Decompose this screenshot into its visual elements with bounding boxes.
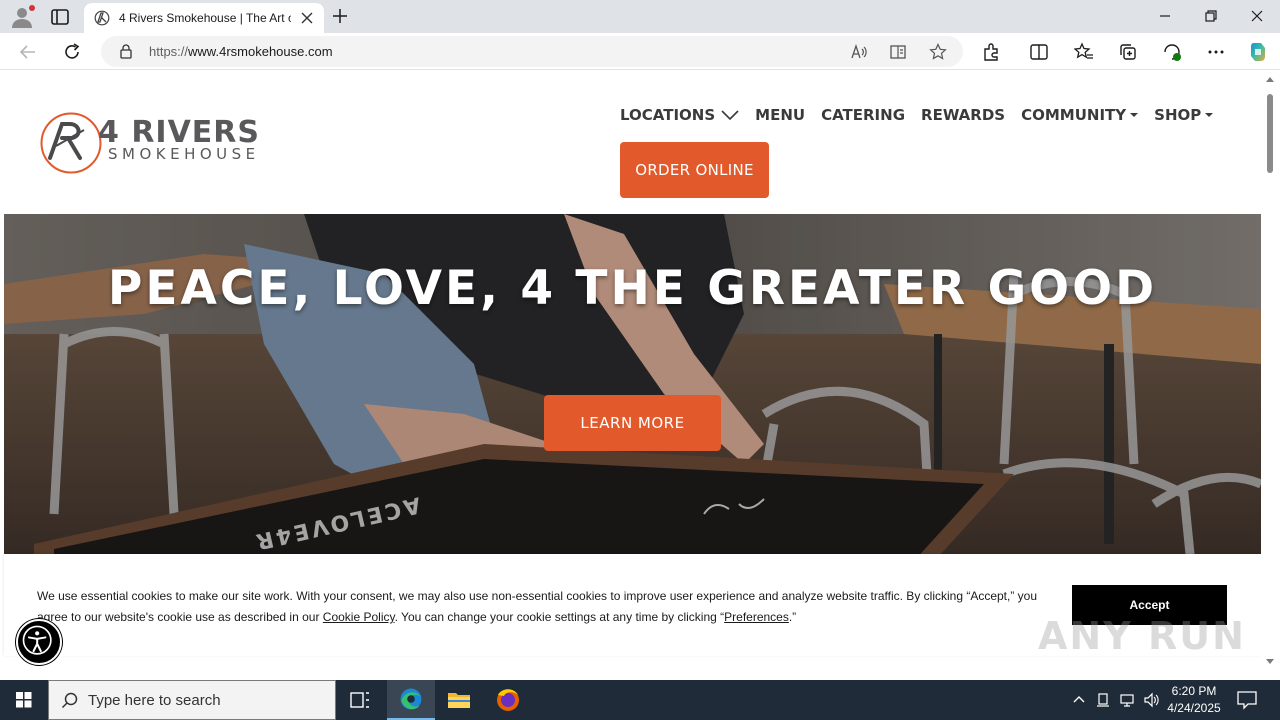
nav-rewards-label: REWARDS xyxy=(921,106,1006,124)
nav-community[interactable]: COMMUNITY xyxy=(1021,106,1139,124)
edge-browser-icon[interactable] xyxy=(387,680,435,720)
preferences-link[interactable]: Preferences xyxy=(724,610,789,624)
chevron-down-icon xyxy=(721,110,739,120)
extensions-icon[interactable] xyxy=(981,42,1001,62)
nav-community-label: COMMUNITY xyxy=(1021,106,1127,124)
scrollbar-thumb[interactable] xyxy=(1267,94,1273,173)
active-tab[interactable]: 4 Rivers Smokehouse | The Art of Smoke xyxy=(84,3,324,33)
copilot-icon[interactable] xyxy=(1246,40,1270,64)
nav-catering-label: CATERING xyxy=(821,106,906,124)
notifications-icon[interactable] xyxy=(1236,690,1258,710)
profile-notification-dot xyxy=(29,5,35,11)
logo-mark-icon xyxy=(40,112,102,174)
logo-subtitle: SMOKEHOUSE xyxy=(108,145,260,163)
favorites-icon[interactable] xyxy=(1074,42,1094,62)
cookie-text-part3: .” xyxy=(788,610,797,624)
restore-icon[interactable] xyxy=(1204,9,1218,23)
immersive-reader-icon[interactable] xyxy=(889,43,907,61)
more-options-icon[interactable] xyxy=(1206,42,1226,62)
chevron-up-icon[interactable] xyxy=(1071,692,1087,708)
nav-menu[interactable]: MENU xyxy=(755,106,805,124)
task-view-icon[interactable] xyxy=(336,680,384,720)
site-logo[interactable]: 4 RIVERS SMOKEHOUSE xyxy=(40,110,290,176)
close-window-icon[interactable] xyxy=(1250,9,1264,23)
new-tab-icon[interactable] xyxy=(332,8,348,24)
caret-down-icon xyxy=(1130,113,1139,117)
web-page: 4 RIVERS SMOKEHOUSE LOCATIONS MENU CATER… xyxy=(4,70,1261,680)
nav-menu-label: MENU xyxy=(755,106,806,124)
volume-icon[interactable] xyxy=(1143,692,1159,708)
web-viewport: 4 RIVERS SMOKEHOUSE LOCATIONS MENU CATER… xyxy=(0,70,1280,680)
site-header: 4 RIVERS SMOKEHOUSE LOCATIONS MENU CATER… xyxy=(4,70,1261,214)
collections-icon[interactable] xyxy=(1118,42,1138,62)
url-scheme: https:// xyxy=(149,44,189,59)
address-bar[interactable]: https://www.4rsmokehouse.com xyxy=(101,36,963,67)
watermark-text: ANY RUN xyxy=(1038,614,1246,658)
caret-down-icon xyxy=(1205,113,1214,117)
url-host: www.4rsmokehouse.com xyxy=(188,44,333,59)
taskbar-search-placeholder: Type here to search xyxy=(88,692,221,709)
cookie-policy-link[interactable]: Cookie Policy xyxy=(323,610,395,624)
scroll-down-arrow-icon[interactable] xyxy=(1266,659,1274,664)
split-screen-icon[interactable] xyxy=(1029,42,1049,62)
lock-icon[interactable] xyxy=(119,44,133,59)
anyrun-watermark: ANY RUN xyxy=(1038,604,1244,670)
back-arrow-icon[interactable] xyxy=(18,42,38,62)
nav-shop[interactable]: SHOP xyxy=(1154,106,1214,124)
learn-more-button[interactable]: LEARN MORE xyxy=(544,395,721,451)
user-tray-icon[interactable] xyxy=(1095,692,1111,708)
nav-catering[interactable]: CATERING xyxy=(821,106,905,124)
firefox-icon[interactable] xyxy=(484,680,532,720)
cookie-text-part2: . You can change your cookie settings at… xyxy=(394,610,725,624)
scroll-up-arrow-icon[interactable] xyxy=(1266,77,1274,82)
windows-taskbar: Type here to search 6:20 PM 4/24/2025 xyxy=(0,680,1280,720)
browser-essentials-icon[interactable] xyxy=(1162,42,1182,62)
file-explorer-icon[interactable] xyxy=(435,680,483,720)
clock-date: 4/24/2025 xyxy=(1167,701,1221,715)
browser-tab-bar: 4 Rivers Smokehouse | The Art of Smoke xyxy=(0,0,1280,33)
windows-start-icon[interactable] xyxy=(0,680,48,720)
reload-icon[interactable] xyxy=(62,42,82,62)
favorite-star-icon[interactable] xyxy=(929,43,947,61)
nav-rewards[interactable]: REWARDS xyxy=(921,106,1005,124)
search-icon xyxy=(61,692,78,709)
url-text: https://www.4rsmokehouse.com xyxy=(149,44,333,60)
tab-title: 4 Rivers Smokehouse | The Art of Smoke xyxy=(119,11,291,25)
cookie-message: We use essential cookies to make our sit… xyxy=(37,586,1047,628)
clock-time: 6:20 PM xyxy=(1171,684,1217,698)
nav-shop-label: SHOP xyxy=(1154,106,1202,124)
accessibility-icon[interactable] xyxy=(16,619,62,665)
taskbar-search-box[interactable]: Type here to search xyxy=(48,680,336,720)
nav-locations-label: LOCATIONS xyxy=(620,106,716,124)
network-icon[interactable] xyxy=(1119,692,1135,708)
close-tab-icon[interactable] xyxy=(300,11,314,25)
nav-locations[interactable]: LOCATIONS xyxy=(620,106,739,124)
order-online-button[interactable]: ORDER ONLINE xyxy=(620,142,769,198)
main-navigation: LOCATIONS MENU CATERING REWARDS COMMUNIT… xyxy=(620,103,1214,127)
browser-toolbar: https://www.4rsmokehouse.com xyxy=(0,33,1280,70)
read-aloud-icon[interactable] xyxy=(850,43,868,61)
vertical-scrollbar[interactable] xyxy=(1261,70,1280,680)
hero-heading: PEACE, LOVE, 4 THE GREATER GOOD xyxy=(107,261,1158,316)
minimize-icon[interactable] xyxy=(1158,9,1172,23)
taskbar-clock[interactable]: 6:20 PM 4/24/2025 xyxy=(1162,683,1226,717)
site-favicon-icon xyxy=(94,10,110,26)
tab-actions-icon[interactable] xyxy=(50,7,70,27)
hero-banner: ACELOVE4R PEACE, LOVE, 4 THE GREATER GOO… xyxy=(4,214,1261,594)
